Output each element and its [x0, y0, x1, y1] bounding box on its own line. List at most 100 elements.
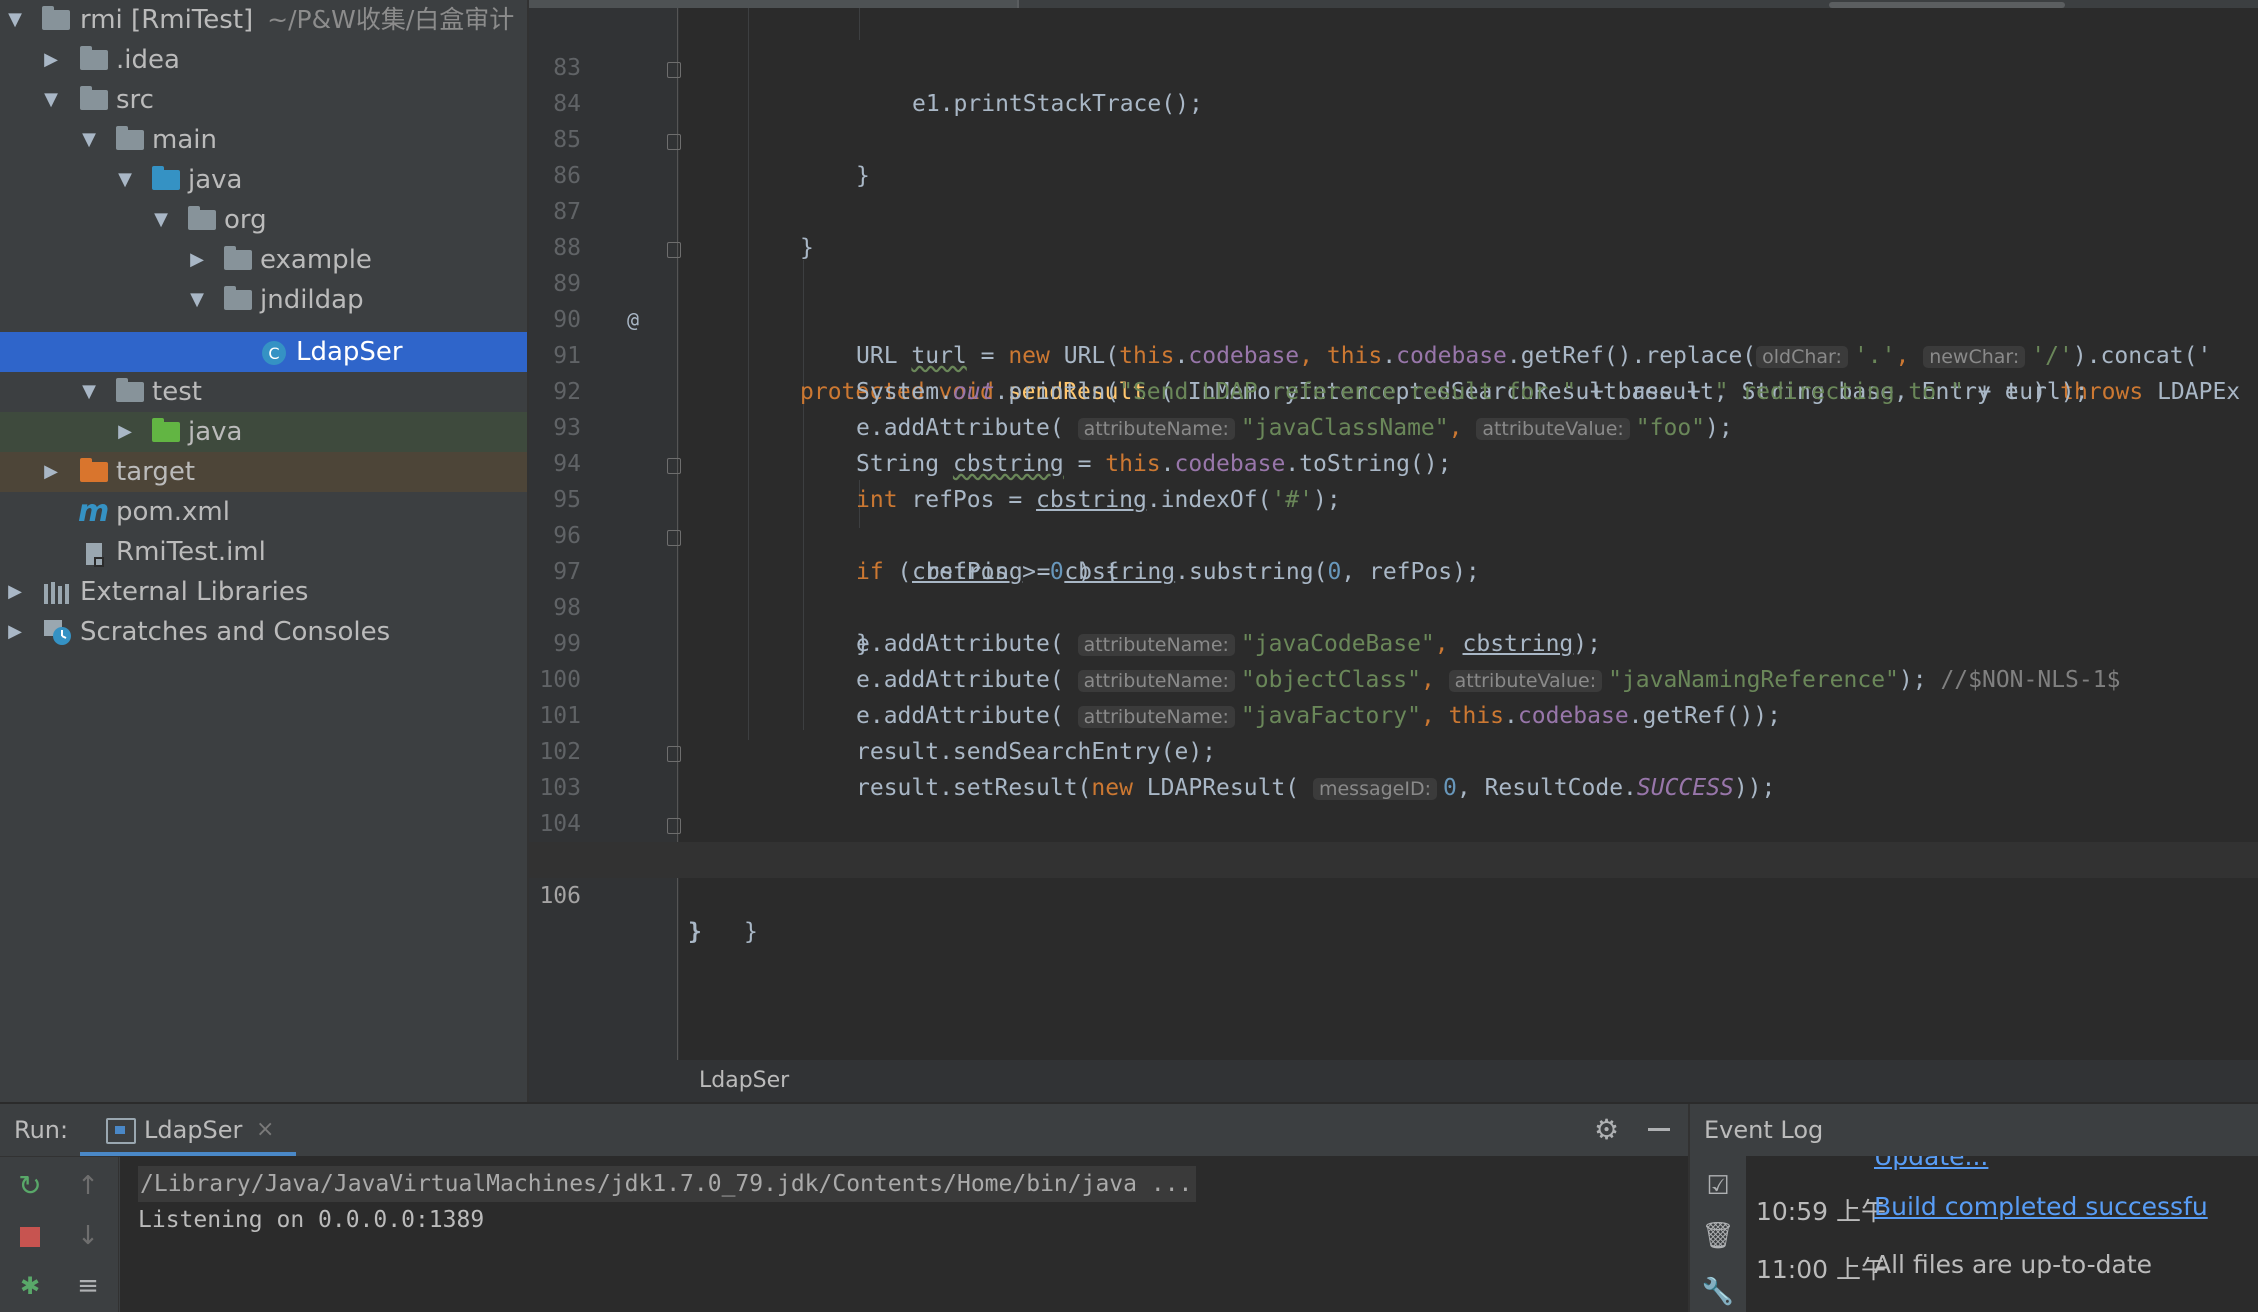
code-line-87[interactable]: 87: [529, 158, 2258, 225]
event-message-link[interactable]: Build completed successfu: [1874, 1192, 2208, 1221]
event-log-body: Update... 10:59 上午 Build completed succe…: [1746, 1156, 2258, 1312]
wrench-icon[interactable]: 🔧: [1700, 1274, 1736, 1310]
code-line-88[interactable]: 88: [529, 194, 2258, 261]
chevron-down-icon[interactable]: ▼: [40, 80, 62, 120]
tree-item-pom[interactable]: m pom.xml: [0, 492, 527, 532]
fold-marker-icon[interactable]: [667, 746, 681, 762]
fold-marker-icon[interactable]: [667, 458, 681, 474]
chevron-down-icon[interactable]: ▼: [114, 160, 136, 200]
code-line-103[interactable]: 103 }: [529, 734, 2258, 873]
stop-icon[interactable]: [12, 1218, 48, 1254]
tree-item-label: target: [116, 457, 196, 487]
fold-marker-icon[interactable]: [667, 242, 681, 258]
code-line-102[interactable]: 102 result.setResult(new LDAPResult( mes…: [529, 698, 2258, 801]
chevron-right-icon[interactable]: ▶: [114, 412, 136, 452]
console-command-line[interactable]: /Library/Java/JavaVirtualMachines/jdk1.7…: [138, 1166, 1197, 1202]
gear-icon[interactable]: ⚙: [1594, 1104, 1619, 1156]
tree-item-label: src: [116, 85, 154, 115]
close-icon[interactable]: ×: [256, 1104, 274, 1156]
folder-icon: [80, 86, 110, 112]
chevron-right-icon[interactable]: ▶: [40, 452, 62, 492]
tree-item-target[interactable]: ▶ target: [0, 452, 527, 492]
run-header: Run: LdapSer × ⚙: [0, 1104, 1688, 1157]
chevron-down-icon[interactable]: ▼: [186, 280, 208, 320]
tree-item-java-test[interactable]: ▶ java: [0, 412, 527, 452]
chevron-right-icon[interactable]: ▶: [186, 240, 208, 280]
tree-item-src[interactable]: ▼ src: [0, 80, 527, 120]
fold-marker-icon[interactable]: [667, 134, 681, 150]
arrow-down-icon[interactable]: ↓: [70, 1218, 106, 1254]
run-tab-ldapser[interactable]: LdapSer ×: [80, 1104, 296, 1156]
tree-item-label: java: [188, 165, 243, 195]
code-line-97[interactable]: 97 }: [529, 518, 2258, 657]
event-message-link[interactable]: Update...: [1874, 1156, 1988, 1171]
fold-marker-icon[interactable]: [667, 530, 681, 546]
line-number: 106: [539, 883, 581, 909]
code-line-84[interactable]: 84 }: [529, 50, 2258, 189]
event-log-toolbar: ☑ 🗑 🔧: [1690, 1156, 1747, 1312]
code-line-93[interactable]: 93 String cbstring = this.codebase.toStr…: [529, 374, 2258, 477]
code-line-99[interactable]: 99 e.addAttribute( attributeName: "object…: [529, 590, 2258, 693]
mark-read-icon[interactable]: ☑: [1700, 1168, 1736, 1204]
tree-item-label: External Libraries: [80, 577, 309, 607]
trash-icon[interactable]: 🗑: [1700, 1218, 1736, 1254]
fold-marker-icon[interactable]: [667, 818, 681, 834]
code-line-83[interactable]: 83 e1.printStackTrace();: [529, 14, 2258, 117]
scratches-icon: [42, 618, 72, 645]
fold-marker-icon[interactable]: [667, 62, 681, 78]
tree-item-project-root[interactable]: ▼ rmi [RmiTest] ~/P&W收集/白盒审计: [0, 0, 527, 40]
console-line: Listening on 0.0.0.0:1389: [138, 1207, 485, 1233]
tree-item-jndildap[interactable]: ▼ jndildap: [0, 280, 527, 320]
code-line-100[interactable]: 100 e.addAttribute( attributeName: "javaF…: [529, 626, 2258, 729]
tree-item-label: pom.xml: [116, 497, 230, 527]
tree-item-ldapser[interactable]: C LdapSer: [0, 332, 527, 372]
tree-item-label: RmiTest.iml: [116, 537, 266, 567]
tree-item-main[interactable]: ▼ main: [0, 120, 527, 160]
console-output[interactable]: /Library/Java/JavaVirtualMachines/jdk1.7…: [120, 1156, 1688, 1312]
tree-item-example[interactable]: ▶ example: [0, 240, 527, 280]
editor-tab[interactable]: [529, 0, 1019, 8]
source-folder-icon: [152, 166, 182, 192]
tree-item-scratches[interactable]: ▶ Scratches and Consoles: [0, 612, 527, 652]
soft-wrap-icon[interactable]: ≡: [70, 1268, 106, 1304]
code-line-95[interactable]: 95 if ( refPos > 0 ) {: [529, 446, 2258, 585]
code-line-85[interactable]: 85: [529, 86, 2258, 153]
tree-item-java-main[interactable]: ▼ java: [0, 160, 527, 200]
breadcrumb-item[interactable]: LdapSer: [699, 1060, 789, 1102]
code-line-98[interactable]: 98 e.addAttribute( attributeName: "javaCo…: [529, 554, 2258, 657]
tree-item-iml[interactable]: RmiTest.iml: [0, 532, 527, 572]
tree-item-label: main: [152, 125, 217, 155]
chevron-right-icon[interactable]: ▶: [4, 572, 26, 612]
chevron-down-icon[interactable]: ▼: [4, 0, 26, 40]
code-line-92[interactable]: 92 e.addAttribute( attributeName: "javaCl…: [529, 338, 2258, 441]
code-editor[interactable]: 83 e1.printStackTrace(); 84 } 85 86 } 87…: [529, 0, 2258, 1060]
horizontal-scrollbar[interactable]: [1829, 2, 2065, 8]
chevron-down-icon[interactable]: ▼: [150, 200, 172, 240]
code-line-86[interactable]: 86 }: [529, 122, 2258, 261]
minimize-icon[interactable]: [1648, 1128, 1670, 1131]
code-line-96[interactable]: 96 cbstring = cbstring.substring(0, refP…: [529, 482, 2258, 585]
code-line-105[interactable]: 105 }: [529, 806, 2258, 945]
code-line-91[interactable]: 91 System.out.println("Send LDAP referen…: [529, 302, 2258, 405]
libraries-icon: [42, 578, 72, 604]
code-line-106-current[interactable]: 106 }: [529, 842, 2258, 945]
arrow-up-icon[interactable]: ↑: [70, 1168, 106, 1204]
tree-item-idea[interactable]: ▶ .idea: [0, 40, 527, 80]
code-line-90[interactable]: 90 URL turl = new URL(this.codebase, thi…: [529, 266, 2258, 369]
tree-item-org[interactable]: ▼ org: [0, 200, 527, 240]
tree-item-label: example: [260, 245, 372, 275]
chevron-down-icon[interactable]: ▼: [78, 120, 100, 160]
code-line-94[interactable]: 94 int refPos = cbstring.indexOf('#');: [529, 410, 2258, 513]
code-line-101[interactable]: 101 result.sendSearchEntry(e);: [529, 662, 2258, 765]
chevron-down-icon[interactable]: ▼: [78, 372, 100, 412]
code-line-89[interactable]: 89 @ protected void sendResult ( InMemor…: [529, 230, 2258, 405]
excluded-folder-icon: [80, 458, 110, 484]
run-tab-label: LdapSer: [144, 1116, 243, 1144]
tree-item-external-libraries[interactable]: ▶ External Libraries: [0, 572, 527, 612]
rerun-icon[interactable]: ↻: [12, 1168, 48, 1204]
chevron-right-icon[interactable]: ▶: [40, 40, 62, 80]
chevron-right-icon[interactable]: ▶: [4, 612, 26, 652]
code-line-104[interactable]: 104: [529, 770, 2258, 837]
debug-icon[interactable]: ✱: [12, 1268, 48, 1304]
tree-item-test[interactable]: ▼ test: [0, 372, 527, 412]
